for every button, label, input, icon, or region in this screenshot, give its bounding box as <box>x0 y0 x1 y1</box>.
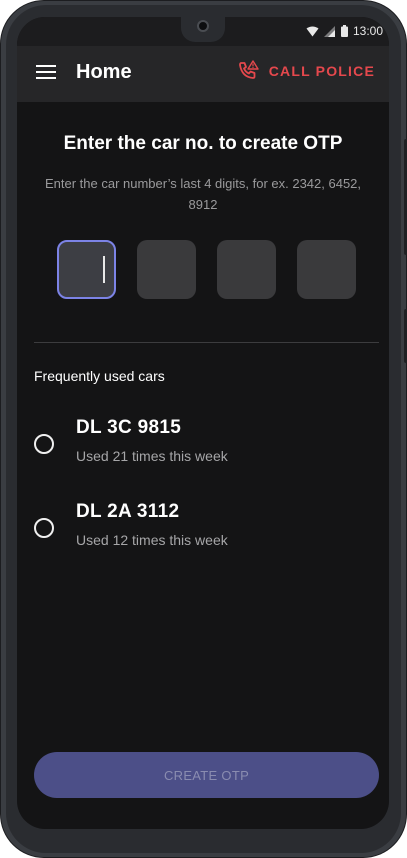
call-police-button[interactable]: CALL POLICE <box>237 60 375 82</box>
page-title: Home <box>76 61 132 83</box>
app-bar: Home CALL POLICE <box>17 46 389 102</box>
camera-notch <box>181 17 225 42</box>
otp-heading: Enter the car no. to create OTP <box>63 133 343 154</box>
otp-digit-4[interactable] <box>297 240 356 299</box>
signal-icon <box>323 25 335 37</box>
otp-digit-1[interactable] <box>57 240 116 299</box>
section-divider <box>34 342 379 343</box>
otp-input-group <box>57 240 356 299</box>
app-screen: 13:00 Home CALL POLICE Enter the car no.… <box>17 17 389 829</box>
camera-icon <box>197 20 209 32</box>
frequent-cars-label: Frequently used cars <box>34 368 165 384</box>
wifi-icon <box>306 26 319 36</box>
otp-instructions: Enter the car number’s last 4 digits, fo… <box>44 176 362 212</box>
car-radio-button[interactable] <box>34 518 54 538</box>
status-icons: 13:00 <box>306 24 383 38</box>
battery-icon <box>340 25 348 37</box>
otp-digit-3[interactable] <box>217 240 276 299</box>
car-number: DL 2A 3112 <box>76 501 180 522</box>
car-usage-count: Used 21 times this week <box>76 448 228 464</box>
car-usage-count: Used 12 times this week <box>76 532 228 548</box>
call-police-label: CALL POLICE <box>268 63 375 79</box>
phone-alert-icon <box>238 60 259 79</box>
phone-frame: 13:00 Home CALL POLICE Enter the car no.… <box>0 0 407 858</box>
otp-digit-2[interactable] <box>137 240 196 299</box>
hamburger-menu-icon[interactable] <box>36 65 56 81</box>
car-number: DL 3C 9815 <box>76 417 182 438</box>
text-cursor <box>103 256 105 283</box>
frequent-car-item[interactable]: DL 3C 9815 Used 21 times this week <box>34 414 379 474</box>
frequent-car-item[interactable]: DL 2A 3112 Used 12 times this week <box>34 498 379 558</box>
car-radio-button[interactable] <box>34 434 54 454</box>
status-time: 13:00 <box>352 24 383 38</box>
create-otp-button[interactable]: CREATE OTP <box>34 752 379 798</box>
